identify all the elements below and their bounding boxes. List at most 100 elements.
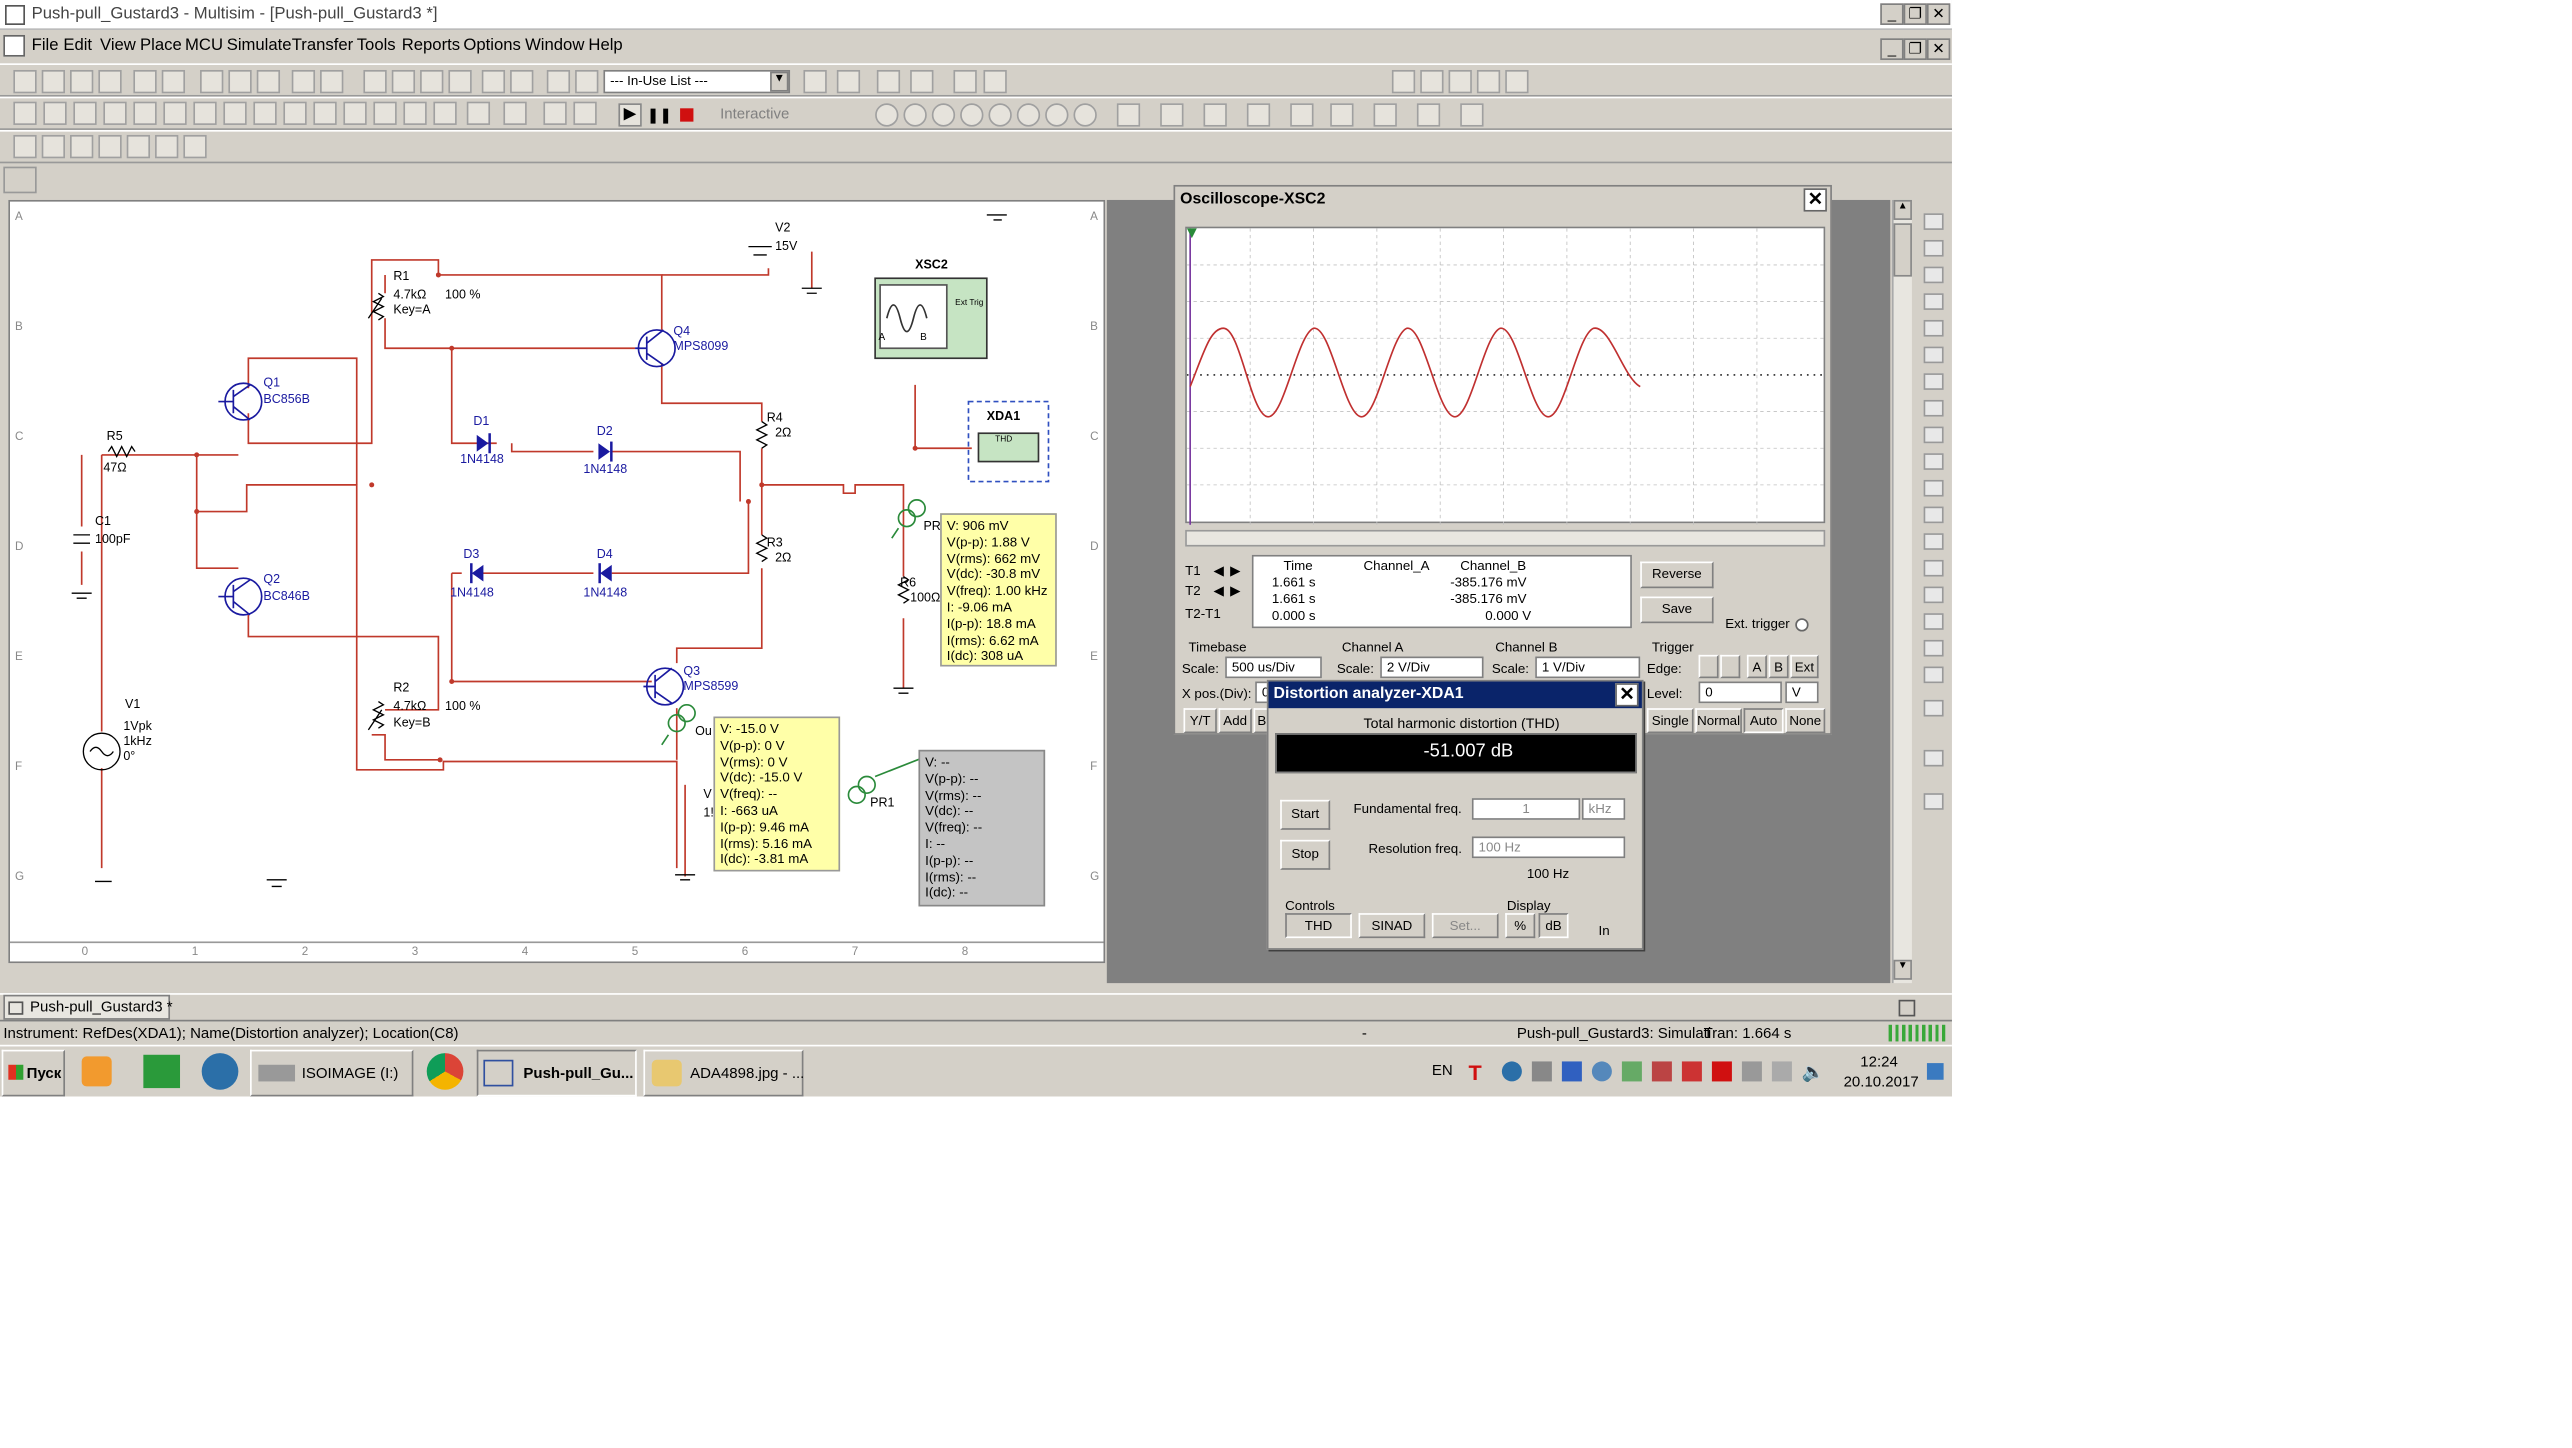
layer-icon-2[interactable] bbox=[41, 134, 66, 159]
in-use-list-select[interactable]: --- In-Use List --- bbox=[603, 69, 791, 94]
view-icon-3[interactable] bbox=[420, 69, 444, 94]
instrument-icon-16[interactable] bbox=[1923, 613, 1944, 630]
probe-icon-2[interactable] bbox=[903, 103, 927, 127]
d3-ref[interactable]: D3 bbox=[463, 547, 479, 562]
reverse-button[interactable]: Reverse bbox=[1640, 561, 1714, 589]
find-icon[interactable] bbox=[953, 69, 977, 94]
component-icon-4[interactable] bbox=[910, 69, 934, 94]
instrument-icon-13[interactable] bbox=[1923, 533, 1944, 550]
r4-ref[interactable]: R4 bbox=[767, 410, 783, 425]
instrument-icon-8[interactable] bbox=[1923, 399, 1944, 417]
view-icon-7[interactable] bbox=[546, 69, 571, 94]
view-icon-4[interactable] bbox=[448, 69, 472, 94]
tray-icon-9[interactable] bbox=[1711, 1061, 1732, 1082]
wire-icon-7[interactable] bbox=[193, 101, 217, 125]
tray-icon-7[interactable] bbox=[1651, 1061, 1672, 1082]
d4-ref[interactable]: D4 bbox=[597, 547, 613, 562]
channel-a-scale-field[interactable]: 2 V/Div bbox=[1380, 656, 1484, 679]
menu-place[interactable]: Place bbox=[140, 37, 182, 55]
align-icon-9[interactable] bbox=[1460, 103, 1484, 127]
wire-icon-15[interactable] bbox=[433, 101, 457, 125]
scroll-up-icon[interactable]: ▲ bbox=[1893, 199, 1912, 220]
wire-icon-12[interactable] bbox=[343, 101, 367, 125]
probe-settings-icon[interactable] bbox=[1073, 103, 1097, 127]
wire-icon-16[interactable] bbox=[466, 101, 491, 125]
in-use-list-dropdown-icon[interactable]: ▼ bbox=[770, 71, 789, 92]
sinad-button[interactable]: SINAD bbox=[1358, 913, 1426, 939]
instrument-icon-4[interactable] bbox=[1923, 293, 1944, 310]
pr1-label[interactable]: PR1 bbox=[870, 795, 894, 810]
print-preview-icon[interactable] bbox=[161, 69, 186, 94]
layer-icon-5[interactable] bbox=[126, 134, 151, 159]
doc-minimize-button[interactable]: _ bbox=[1880, 38, 1904, 60]
t2-right-arrow-icon[interactable]: ▶ bbox=[1230, 583, 1245, 598]
probe-icon-3[interactable] bbox=[931, 103, 956, 127]
view-icon-6[interactable] bbox=[510, 69, 534, 94]
wire-icon-6[interactable] bbox=[163, 101, 187, 125]
align-icon-2[interactable] bbox=[1160, 103, 1184, 127]
close-button[interactable]: ✕ bbox=[1926, 3, 1951, 25]
layer-icon-6[interactable] bbox=[155, 134, 179, 159]
align-icon-6[interactable] bbox=[1330, 103, 1354, 127]
menu-help[interactable]: Help bbox=[588, 37, 622, 55]
menu-options[interactable]: Options bbox=[463, 37, 520, 55]
oscilloscope-close-icon[interactable]: ✕ bbox=[1803, 188, 1827, 212]
component-icon-3[interactable] bbox=[876, 69, 901, 94]
instrument-icon-6[interactable] bbox=[1923, 346, 1944, 364]
menu-window[interactable]: Window bbox=[525, 37, 584, 55]
tab-document[interactable]: Push-pull_Gustard3 * bbox=[3, 994, 173, 1020]
q3-ref[interactable]: Q3 bbox=[683, 663, 700, 678]
wire-icon-11[interactable] bbox=[313, 101, 337, 125]
timebase-scale-field[interactable]: 500 us/Div bbox=[1225, 656, 1322, 679]
tray-network-icon[interactable] bbox=[1771, 1061, 1792, 1082]
trigger-a-button[interactable]: A bbox=[1746, 654, 1767, 679]
undo-icon[interactable] bbox=[291, 69, 316, 94]
instrument-icon-19[interactable] bbox=[1923, 699, 1944, 717]
instrument-icon-14[interactable] bbox=[1923, 559, 1944, 577]
d2-ref[interactable]: D2 bbox=[597, 423, 613, 438]
xsc2-ref[interactable]: XSC2 bbox=[915, 257, 948, 272]
wire-icon-18[interactable] bbox=[543, 101, 567, 125]
menu-transfer[interactable]: Transfer bbox=[292, 37, 353, 55]
wire-icon-13[interactable] bbox=[373, 101, 397, 125]
menu-mcu[interactable]: MCU bbox=[185, 37, 223, 55]
chrome-icon[interactable] bbox=[426, 1053, 464, 1090]
channel-b-scale-field[interactable]: 1 V/Div bbox=[1535, 656, 1641, 679]
wire-icon-4[interactable] bbox=[103, 101, 127, 125]
new-icon[interactable] bbox=[13, 69, 37, 94]
redo-icon[interactable] bbox=[320, 69, 344, 94]
trigger-b-button[interactable]: B bbox=[1768, 654, 1789, 679]
view-icon-2[interactable] bbox=[391, 69, 416, 94]
wire-icon-8[interactable] bbox=[223, 101, 247, 125]
start-button[interactable]: Пуск bbox=[1, 1049, 66, 1097]
tray-shield-icon[interactable] bbox=[1561, 1061, 1582, 1082]
align-icon-8[interactable] bbox=[1416, 103, 1441, 127]
wire-icon-3[interactable] bbox=[73, 101, 97, 125]
r5-ref[interactable]: R5 bbox=[107, 428, 123, 443]
r3-ref[interactable]: R3 bbox=[767, 535, 783, 550]
falling-edge-icon[interactable] bbox=[1720, 654, 1741, 679]
r6-ref[interactable]: R6 bbox=[900, 575, 916, 590]
layer-icon-1[interactable] bbox=[13, 134, 37, 159]
cut-icon[interactable] bbox=[200, 69, 224, 94]
instrument-icon-5[interactable] bbox=[1923, 319, 1944, 337]
yt-button[interactable]: Y/T bbox=[1183, 708, 1217, 734]
v1-ref[interactable]: V1 bbox=[125, 697, 140, 712]
r2-ref[interactable]: R2 bbox=[393, 680, 409, 695]
wire-icon-17[interactable] bbox=[503, 101, 527, 125]
view-icon-5[interactable] bbox=[481, 69, 506, 94]
resolution-freq-select[interactable]: 100 Hz bbox=[1471, 836, 1626, 859]
wire-icon-5[interactable] bbox=[133, 101, 157, 125]
open-folder-icon[interactable] bbox=[70, 69, 94, 94]
doc-restore-button[interactable]: ❐ bbox=[1903, 38, 1927, 60]
tray-icon-2[interactable] bbox=[1501, 1061, 1522, 1082]
add-button[interactable]: Add bbox=[1218, 708, 1252, 734]
scope-scrollbar[interactable] bbox=[1185, 529, 1826, 547]
wire-icon-2[interactable] bbox=[43, 101, 67, 125]
wire-icon-19[interactable] bbox=[573, 101, 597, 125]
zoom-fit-icon[interactable] bbox=[1476, 69, 1501, 94]
db-button[interactable]: dB bbox=[1538, 913, 1569, 939]
restore-button[interactable]: ❐ bbox=[1903, 3, 1927, 25]
layer-icon-3[interactable] bbox=[70, 134, 94, 159]
wire-icon-10[interactable] bbox=[283, 101, 307, 125]
